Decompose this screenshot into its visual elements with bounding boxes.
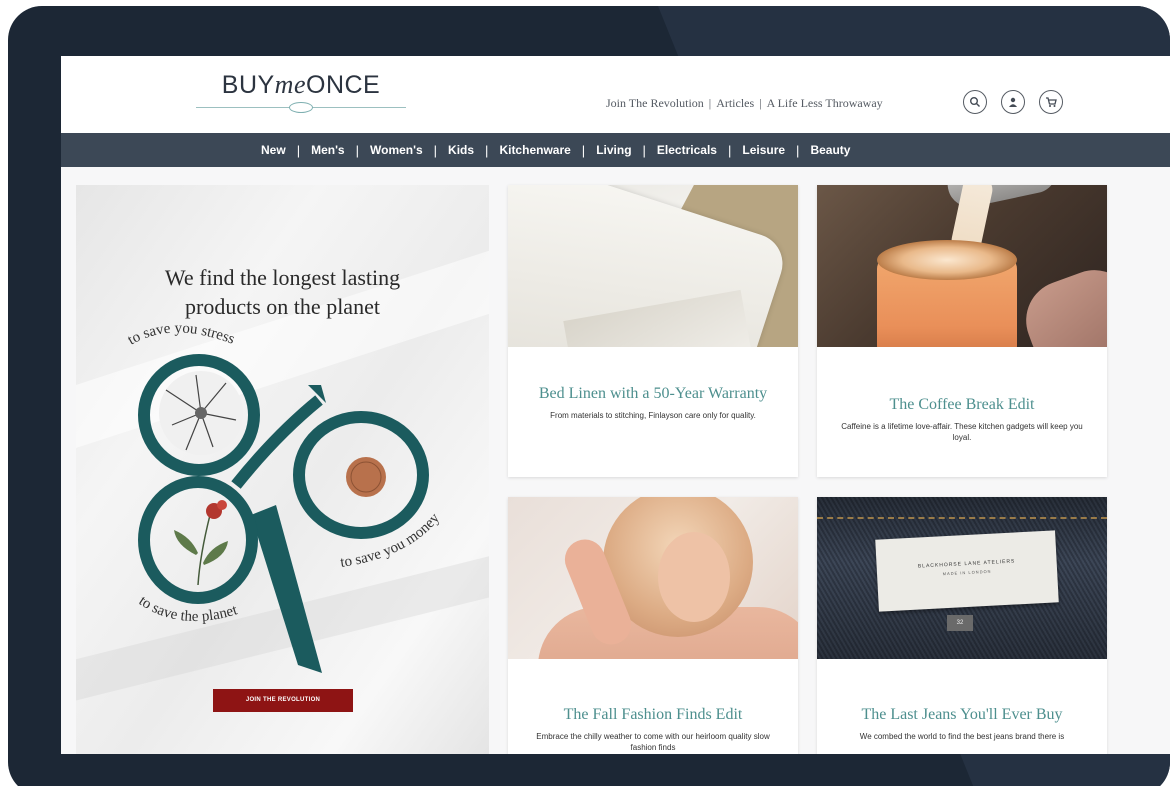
top-link-separator: | (708, 96, 712, 110)
site-logo[interactable]: BUYmeONCE (196, 70, 406, 114)
infinity-icon (289, 102, 313, 113)
fall-fashion-image (508, 497, 798, 659)
card-description: We combed the world to find the best jea… (859, 732, 1065, 741)
nav-items: New | Men's | Women's | Kids | Kitchenwa… (261, 133, 850, 167)
site-header: BUYmeONCE Join The Revolution | Articles | A… (61, 56, 1170, 133)
nav-item-womens[interactable]: Women's (370, 143, 423, 157)
jeans-label: BLACKHORSE LANE ATELIERS MADE IN LONDON (875, 530, 1059, 612)
card-description: Embrace the chilly weather to come with … (536, 732, 770, 752)
card-body: The Fall Fashion Finds Edit Embrace the … (508, 659, 798, 753)
logo-infinity-rule (196, 102, 406, 114)
logo-once: ONCE (306, 71, 381, 99)
coffee-image (817, 185, 1107, 347)
ribbon-text-stress: to save you stress (125, 320, 237, 348)
nav-separator: | (433, 142, 438, 158)
page-content: We find the longest lasting products on … (61, 167, 1170, 754)
card-title[interactable]: The Last Jeans You'll Ever Buy (835, 704, 1089, 725)
card-body: The Coffee Break Edit Caffeine is a life… (817, 347, 1107, 443)
card-title[interactable]: The Coffee Break Edit (835, 394, 1089, 415)
ribbon-illustration: to save you stress to save you money to … (125, 320, 443, 673)
latte-art (877, 240, 1017, 280)
nav-separator: | (581, 142, 586, 158)
main-nav: New | Men's | Women's | Kids | Kitchenwa… (61, 133, 1170, 167)
card-title[interactable]: Bed Linen with a 50-Year Warranty (526, 383, 780, 404)
nav-item-kitchenware[interactable]: Kitchenware (499, 143, 570, 157)
nav-item-new[interactable]: New (261, 143, 286, 157)
nav-item-leisure[interactable]: Leisure (742, 143, 785, 157)
nav-item-kids[interactable]: Kids (448, 143, 474, 157)
search-icon[interactable] (963, 90, 987, 114)
cart-icon[interactable] (1039, 90, 1063, 114)
nav-separator: | (355, 142, 359, 158)
ribbon-tail (251, 505, 322, 673)
article-card-bed-linen[interactable]: Bed Linen with a 50-Year Warranty From m… (508, 185, 798, 477)
penny-icon (346, 457, 386, 497)
face (658, 532, 730, 622)
article-card-fall-fashion[interactable]: The Fall Fashion Finds Edit Embrace the … (508, 497, 798, 754)
top-link-life-less-throwaway[interactable]: A Life Less Throwaway (767, 96, 883, 110)
logo-buy: BUY (221, 71, 275, 99)
join-revolution-button[interactable]: JOIN THE REVOLUTION (213, 689, 353, 712)
logo-wordmark: BUYmeONCE (196, 70, 406, 100)
denim-seam (817, 517, 1107, 519)
broken-glass-icon (159, 371, 243, 455)
top-link-articles[interactable]: Articles (716, 96, 754, 110)
device-frame: BUYmeONCE Join The Revolution | Articles | A… (8, 6, 1170, 786)
nav-item-electricals[interactable]: Electricals (657, 143, 717, 157)
article-card-coffee[interactable]: The Coffee Break Edit Caffeine is a life… (817, 185, 1107, 477)
top-link-separator: | (759, 96, 762, 110)
nav-item-living[interactable]: Living (596, 143, 631, 157)
hand (1014, 258, 1107, 347)
jeans-size-tag: 32 (947, 615, 973, 631)
nav-separator: | (642, 142, 646, 158)
flower-icon (174, 500, 228, 586)
bed-linen-image (508, 185, 798, 347)
top-link-join[interactable]: Join The Revolution (606, 96, 704, 110)
account-icon[interactable] (1001, 90, 1025, 114)
card-description: Caffeine is a lifetime love-affair. Thes… (841, 422, 1083, 442)
browser-viewport: BUYmeONCE Join The Revolution | Articles | A… (61, 56, 1170, 754)
nav-item-beauty[interactable]: Beauty (810, 143, 850, 157)
jeans-image: BLACKHORSE LANE ATELIERS MADE IN LONDON … (817, 497, 1107, 659)
nav-item-mens[interactable]: Men's (311, 143, 345, 157)
nav-separator: | (485, 142, 489, 158)
hero-banner: We find the longest lasting products on … (76, 185, 489, 754)
nav-separator: | (796, 142, 800, 158)
nav-separator: | (727, 142, 732, 158)
card-body: Bed Linen with a 50-Year Warranty From m… (508, 347, 798, 421)
card-body: The Last Jeans You'll Ever Buy We combed… (817, 659, 1107, 742)
article-card-jeans[interactable]: BLACKHORSE LANE ATELIERS MADE IN LONDON … (817, 497, 1107, 754)
top-links: Join The Revolution | Articles | A Life Less… (606, 96, 883, 111)
card-description: From materials to stitching, Finlayson c… (550, 411, 756, 420)
nav-separator: | (296, 142, 301, 158)
logo-me: me (274, 70, 306, 99)
card-title[interactable]: The Fall Fashion Finds Edit (526, 704, 780, 725)
